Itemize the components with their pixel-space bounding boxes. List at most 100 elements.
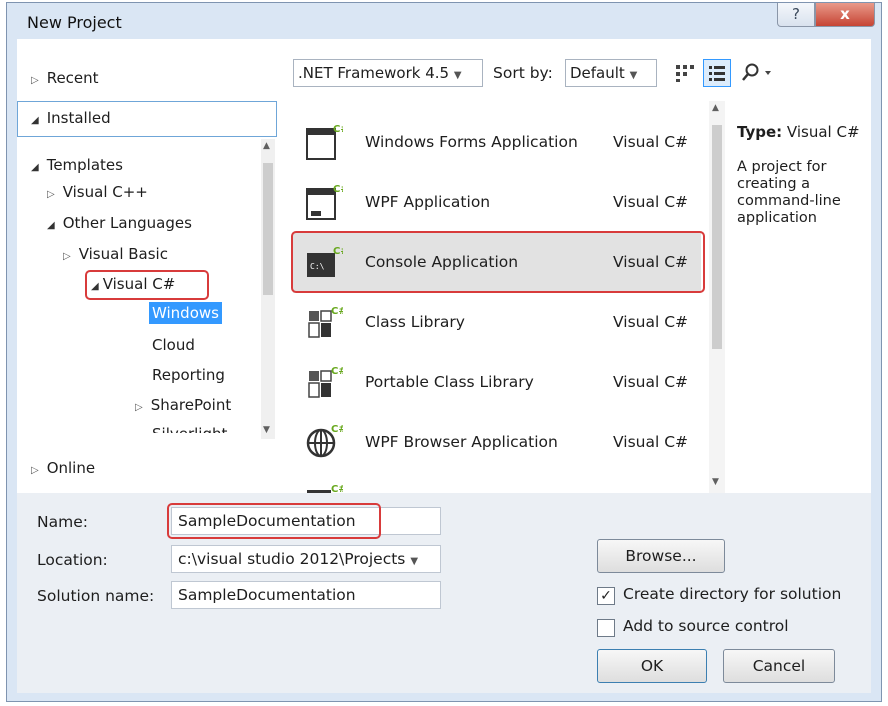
location-value: c:\visual studio 2012\Projects	[178, 550, 406, 568]
tree-item-label: Reporting	[152, 366, 225, 384]
template-language: Visual C#	[613, 433, 689, 451]
details-pane: Type: Visual C# A project for creating a…	[725, 101, 871, 493]
collapse-arrow-icon: ◢	[91, 281, 99, 292]
scrollbar-thumb[interactable]	[263, 163, 273, 295]
sort-value: Default	[570, 64, 625, 82]
tree-item-label: Online	[46, 459, 96, 477]
tree-item-other-languages[interactable]: ◢ Other Languages	[47, 214, 192, 232]
help-button[interactable]: ?	[777, 3, 815, 27]
highlight-console-application	[291, 231, 705, 293]
source-control-checkbox[interactable]	[597, 619, 615, 637]
create-directory-checkbox[interactable]: ✓	[597, 587, 615, 605]
tree-item-visual-csharp[interactable]: ◢ Visual C#	[91, 275, 175, 293]
type-line: Type: Visual C#	[737, 123, 860, 141]
tree-item-label: Other Languages	[62, 214, 192, 232]
collapse-arrow-icon: ◢	[31, 162, 39, 173]
tree-item-label: Windows	[149, 302, 222, 324]
tree-item-templates[interactable]: ◢ Templates	[31, 156, 123, 174]
browse-button[interactable]: Browse...	[597, 539, 725, 573]
location-dropdown[interactable]: c:\visual studio 2012\Projects ▼	[171, 545, 441, 573]
small-icons-view-icon[interactable]	[673, 61, 697, 85]
next-template-partial-icon: C#	[303, 481, 343, 493]
cancel-button[interactable]: Cancel	[723, 649, 835, 683]
portable-class-library-icon: C#	[303, 363, 347, 403]
dialog-title: New Project	[27, 13, 122, 32]
template-name: Portable Class Library	[365, 373, 534, 391]
framework-dropdown[interactable]: .NET Framework 4.5 ▼	[293, 59, 483, 87]
template-list: C# Windows Forms Application Visual C# C…	[289, 101, 725, 493]
close-button[interactable]: x	[815, 3, 875, 27]
scrollbar-thumb[interactable]	[712, 125, 722, 349]
tree-scrollbar[interactable]: ▲ ▼	[261, 139, 275, 439]
tree-item-online[interactable]: ▷ Online	[31, 459, 95, 477]
class-library-icon: C#	[303, 303, 347, 343]
solution-name-input[interactable]: SampleDocumentation	[171, 581, 441, 609]
tree-item-recent[interactable]: ▷ Recent	[31, 69, 99, 87]
svg-text:C#: C#	[331, 424, 343, 435]
sort-label: Sort by:	[493, 64, 553, 82]
template-list-scrollbar[interactable]: ▲ ▼	[709, 101, 725, 493]
scroll-down-icon[interactable]: ▼	[263, 425, 270, 435]
scroll-up-icon[interactable]: ▲	[712, 103, 719, 113]
location-label: Location:	[37, 551, 108, 569]
collapse-arrow-icon: ◢	[47, 220, 55, 231]
search-icon[interactable]	[741, 61, 781, 85]
title-bar: New Project ? x	[7, 3, 881, 39]
solution-name-label: Solution name:	[37, 587, 155, 605]
chevron-down-icon: ▼	[453, 70, 462, 81]
type-value: Visual C#	[786, 123, 860, 141]
create-directory-label: Create directory for solution	[623, 585, 842, 603]
template-language: Visual C#	[613, 373, 689, 391]
framework-value: .NET Framework 4.5	[298, 64, 450, 82]
template-toolbar: .NET Framework 4.5 ▼ Sort by: Default ▼	[289, 39, 871, 101]
template-name: WPF Application	[365, 193, 491, 211]
tree-item-label: Visual C++	[62, 183, 148, 201]
tree-item-windows[interactable]: Windows	[149, 302, 222, 324]
new-project-dialog: New Project ? x ▷ Recent ◢ Installed ◢ Temp…	[6, 2, 882, 702]
wpf-browser-icon: C#	[303, 423, 347, 463]
template-name: Class Library	[365, 313, 465, 331]
windows-forms-icon: C#	[303, 123, 349, 163]
tree-item-visual-basic[interactable]: ▷ Visual Basic	[63, 245, 168, 263]
tree-item-label: Templates	[46, 156, 123, 174]
expand-arrow-icon: ▷	[63, 251, 71, 262]
name-label: Name:	[37, 513, 88, 531]
tree-item-cloud[interactable]: Cloud	[152, 336, 195, 354]
tree-item-label: Recent	[46, 69, 99, 87]
template-row-windows-forms[interactable]: C# Windows Forms Application Visual C#	[293, 113, 701, 173]
tree-item-sharepoint[interactable]: ▷ SharePoint	[135, 396, 231, 414]
tree-item-label: Cloud	[152, 336, 195, 354]
expand-arrow-icon: ▷	[31, 75, 39, 86]
solution-name-value: SampleDocumentation	[178, 586, 356, 604]
template-row-wpf-browser-application[interactable]: C# WPF Browser Application Visual C#	[293, 413, 701, 473]
tree-item-installed[interactable]: ◢ Installed	[31, 109, 111, 127]
template-row-wpf-application[interactable]: C# WPF Application Visual C#	[293, 173, 701, 233]
tree-item-label: Visual C#	[102, 275, 176, 293]
template-row-class-library[interactable]: C# Class Library Visual C#	[293, 293, 701, 353]
template-row-portable-class-library[interactable]: C# Portable Class Library Visual C#	[293, 353, 701, 413]
svg-text:C#: C#	[331, 366, 343, 377]
highlight-name-input	[167, 503, 381, 539]
list-view-icon[interactable]	[703, 59, 731, 87]
ok-button[interactable]: OK	[597, 649, 707, 683]
tree-item-reporting[interactable]: Reporting	[152, 366, 225, 384]
scroll-down-icon[interactable]: ▼	[712, 477, 719, 487]
tree-item-visual-cpp[interactable]: ▷ Visual C++	[47, 183, 148, 201]
tree-item-label: Installed	[46, 109, 111, 127]
template-language: Visual C#	[613, 133, 689, 151]
type-label: Type:	[737, 123, 783, 141]
project-settings-form: Name: SampleDocumentation Location: c:\v…	[17, 493, 871, 693]
tree-item-silverlight[interactable]: Silverlight	[152, 425, 227, 433]
tree-item-label: Silverlight	[152, 425, 227, 433]
sort-dropdown[interactable]: Default ▼	[565, 59, 657, 87]
tree-item-label: Visual Basic	[78, 245, 168, 263]
svg-text:C#: C#	[333, 184, 343, 195]
tree-item-silverlight-clip: Silverlight	[137, 421, 249, 433]
scroll-up-icon[interactable]: ▲	[263, 141, 270, 151]
collapse-arrow-icon: ◢	[31, 115, 39, 126]
template-name: WPF Browser Application	[365, 433, 558, 451]
chevron-down-icon: ▼	[629, 70, 638, 81]
template-tree: ▷ Recent ◢ Installed ◢ Templates ▷ Visual C+…	[17, 39, 289, 493]
template-language: Visual C#	[613, 193, 689, 211]
source-control-label: Add to source control	[623, 617, 789, 635]
